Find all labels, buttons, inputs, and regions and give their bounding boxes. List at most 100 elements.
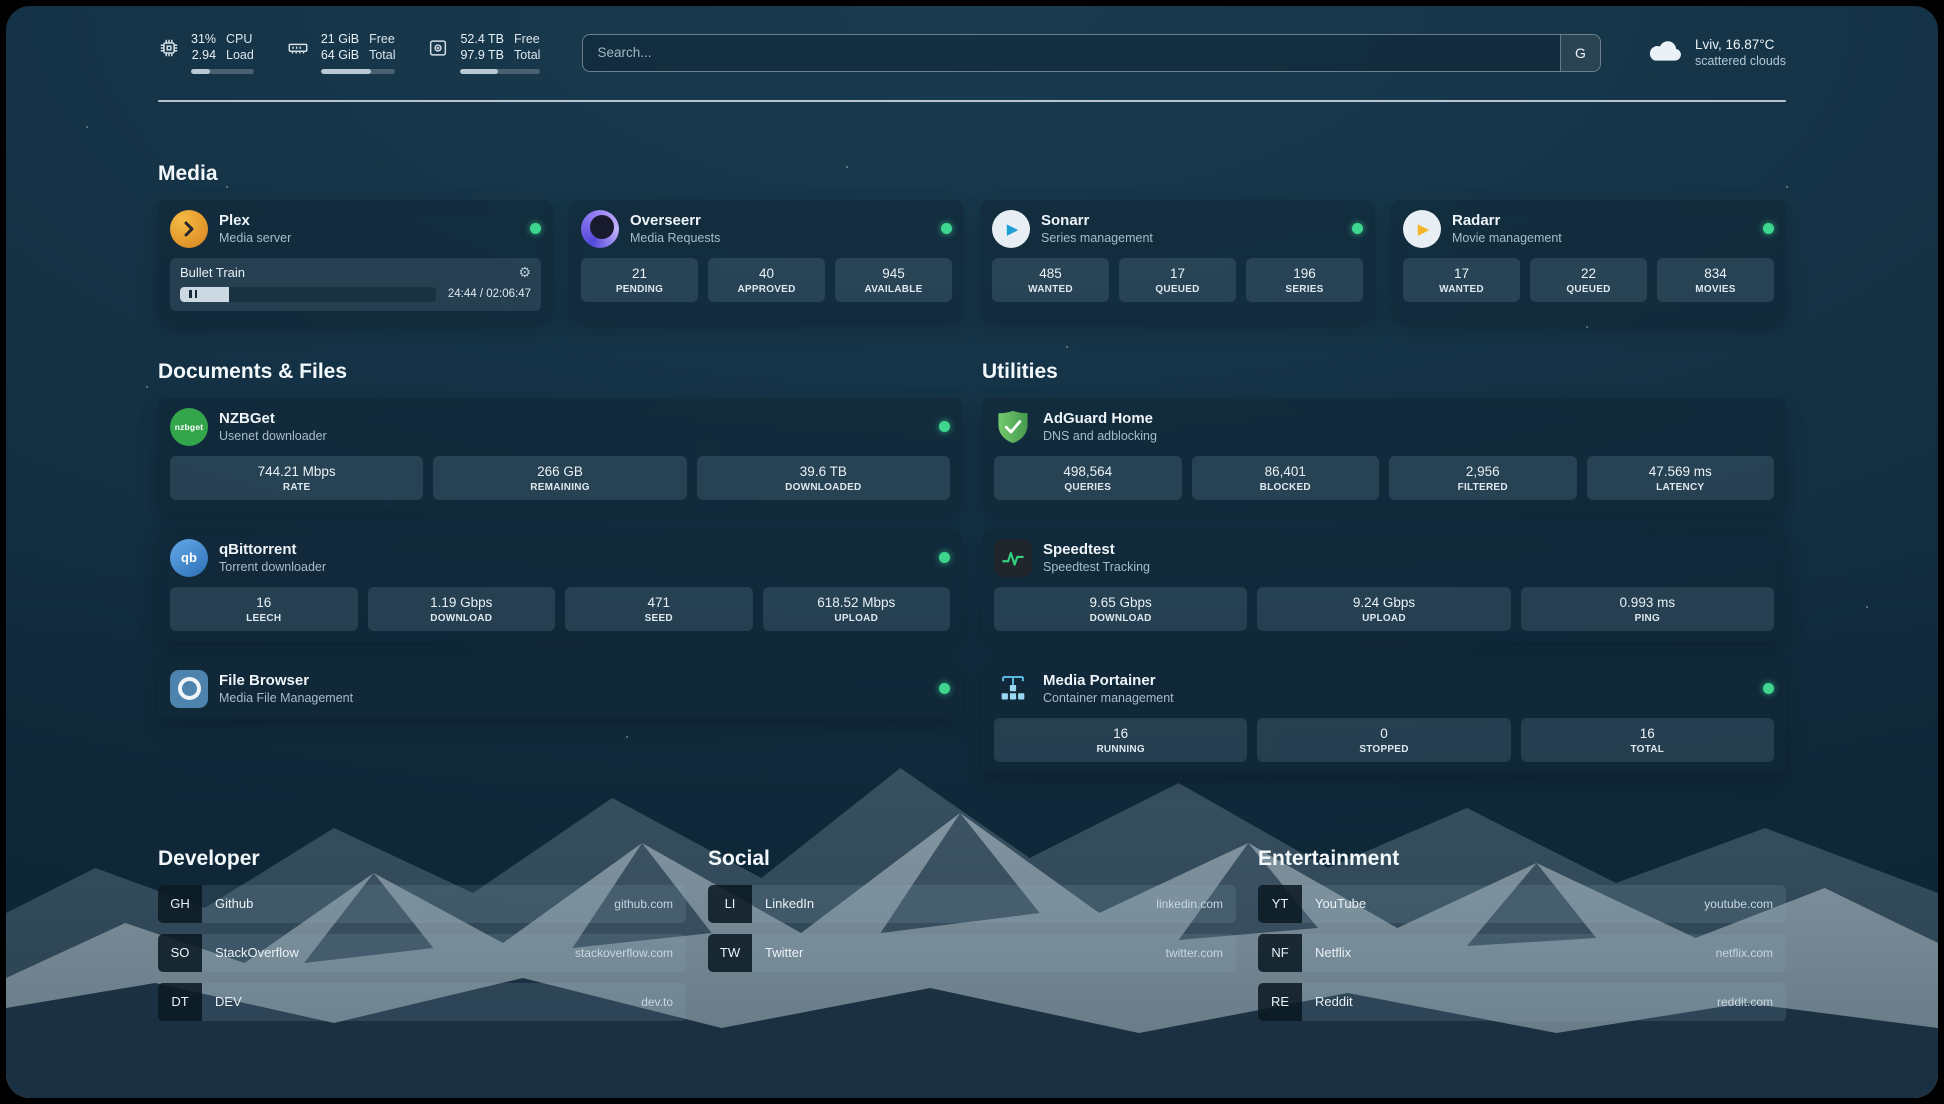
playback-progressbar[interactable]: [180, 287, 436, 302]
playback-time: 24:44 / 02:06:47: [448, 288, 531, 300]
service-card-file-browser[interactable]: File BrowserMedia File Management: [158, 660, 962, 719]
stat-label: FILTERED: [1393, 482, 1573, 493]
memory-icon: [286, 37, 310, 64]
header-divider: [158, 100, 1786, 102]
cpu-icon: [158, 37, 180, 64]
disk-total-value: 97.9 TB: [460, 48, 504, 63]
bookmark-twitter[interactable]: TWTwittertwitter.com: [708, 934, 1236, 972]
bookmark-netflix[interactable]: NFNetflixnetflix.com: [1258, 934, 1786, 972]
disk-readout: 52.4 TB Free 97.9 TB Total: [460, 32, 540, 74]
bookmark-name: Netflix: [1302, 934, 1351, 972]
service-subtitle: Series management: [1041, 230, 1153, 246]
overseerr-icon: [581, 210, 619, 248]
bookmark-abbr: GH: [158, 885, 202, 923]
search-input[interactable]: [583, 35, 1560, 71]
group-files: Documents & Files nzbgetNZBGetUsenet dow…: [158, 360, 962, 737]
cpu-usage-label: CPU: [226, 32, 254, 47]
service-card-media-portainer[interactable]: Media PortainerContainer management16RUN…: [982, 660, 1786, 773]
service-card-sonarr[interactable]: ▶SonarrSeries management485WANTED17QUEUE…: [980, 200, 1375, 322]
sonarr-icon: ▶: [992, 210, 1030, 248]
cpu-widget: 31% CPU 2.94 Load: [158, 32, 254, 74]
stat-label: SERIES: [1250, 284, 1359, 295]
service-header: ▶RadarrMovie management: [1403, 210, 1774, 248]
stat-movies: 834MOVIES: [1657, 258, 1774, 302]
stat-approved: 40APPROVED: [708, 258, 825, 302]
stat-value: 9.24 Gbps: [1261, 595, 1506, 610]
stat-value: 266 GB: [437, 464, 682, 479]
top-bar: 31% CPU 2.94 Load: [158, 32, 1786, 74]
dashboard-content: 31% CPU 2.94 Load: [6, 6, 1938, 1072]
stat-value: 744.21 Mbps: [174, 464, 419, 479]
radarr-icon: ▶: [1403, 210, 1441, 248]
stat-latency: 47.569 msLATENCY: [1587, 456, 1775, 500]
stat-label: AVAILABLE: [839, 284, 948, 295]
stat-queued: 22QUEUED: [1530, 258, 1647, 302]
stat-wanted: 17WANTED: [1403, 258, 1520, 302]
group-title-media: Media: [158, 162, 1786, 186]
stat-value: 618.52 Mbps: [767, 595, 947, 610]
service-name: File Browser: [219, 671, 353, 691]
memory-free-value: 21 GiB: [321, 32, 359, 47]
pause-icon[interactable]: [189, 290, 197, 298]
stat-label: RATE: [174, 482, 419, 493]
service-stats: 16RUNNING0STOPPED16TOTAL: [994, 718, 1774, 762]
service-subtitle: Speedtest Tracking: [1043, 559, 1150, 575]
media-player-widget: Bullet Train⚙24:44 / 02:06:47: [170, 258, 541, 311]
bookmark-abbr: RE: [1258, 983, 1302, 1021]
filebrowser-icon: [170, 670, 208, 708]
status-online-dot: [1352, 223, 1363, 234]
status-online-dot: [941, 223, 952, 234]
cloud-icon: [1647, 38, 1683, 68]
service-card-adguard-home[interactable]: AdGuard HomeDNS and adblocking 498,564QUE…: [982, 398, 1786, 511]
cpu-load-label: Load: [226, 48, 254, 63]
stat-value: 17: [1407, 266, 1516, 281]
bookmark-url: reddit.com: [1717, 983, 1786, 1021]
service-name: qBittorrent: [219, 540, 326, 560]
stat-value: 39.6 TB: [701, 464, 946, 479]
status-online-dot: [1763, 223, 1774, 234]
dashboard-screen: 31% CPU 2.94 Load: [6, 6, 1938, 1098]
bookmark-abbr: SO: [158, 934, 202, 972]
bookmark-dev[interactable]: DTDEVdev.to: [158, 983, 686, 1021]
bookmark-url: linkedin.com: [1156, 885, 1236, 923]
group-title-utilities: Utilities: [982, 360, 1786, 384]
service-card-radarr[interactable]: ▶RadarrMovie management 17WANTED22QUEUED8…: [1391, 200, 1786, 322]
portainer-icon: [994, 670, 1032, 708]
bookmark-stackoverflow[interactable]: SOStackOverflowstackoverflow.com: [158, 934, 686, 972]
service-card-speedtest[interactable]: SpeedtestSpeedtest Tracking9.65 GbpsDOWN…: [982, 529, 1786, 642]
search-provider-button[interactable]: G: [1560, 35, 1600, 71]
utilities-cards: AdGuard HomeDNS and adblocking 498,564QUE…: [982, 398, 1786, 773]
stat-total: 16TOTAL: [1521, 718, 1774, 762]
disk-free-label: Free: [514, 32, 540, 47]
service-stats: 498,564QUERIES86,401BLOCKED2,956FILTERED…: [994, 456, 1774, 500]
bookmark-url: stackoverflow.com: [575, 934, 686, 972]
bookmark-group-developer: DeveloperGHGithubgithub.comSOStackOverfl…: [158, 847, 686, 1032]
system-widgets: 31% CPU 2.94 Load: [158, 32, 540, 74]
bookmark-linkedin[interactable]: LILinkedInlinkedin.com: [708, 885, 1236, 923]
status-online-dot: [939, 552, 950, 563]
bookmark-github[interactable]: GHGithubgithub.com: [158, 885, 686, 923]
bookmark-reddit[interactable]: RERedditreddit.com: [1258, 983, 1786, 1021]
service-header: nzbgetNZBGetUsenet downloader: [170, 408, 950, 446]
group-utilities: Utilities AdGuard HomeDNS and adblocking…: [982, 360, 1786, 791]
service-subtitle: Media Requests: [630, 230, 720, 246]
service-card-plex[interactable]: PlexMedia serverBullet Train⚙24:44 / 02:…: [158, 200, 553, 322]
service-header: AdGuard HomeDNS and adblocking: [994, 408, 1774, 446]
service-stats: 16LEECH1.19 GbpsDOWNLOAD471SEED618.52 Mb…: [170, 587, 950, 631]
memory-total-label: Total: [369, 48, 395, 63]
stat-wanted: 485WANTED: [992, 258, 1109, 302]
service-card-qbittorrent[interactable]: qbqBittorrentTorrent downloader16LEECH1.…: [158, 529, 962, 642]
service-card-overseerr[interactable]: OverseerrMedia Requests21PENDING40APPROV…: [569, 200, 964, 322]
service-stats: 17WANTED22QUEUED834MOVIES: [1403, 258, 1774, 302]
bookmark-youtube[interactable]: YTYouTubeyoutube.com: [1258, 885, 1786, 923]
stat-value: 945: [839, 266, 948, 281]
stat-value: 16: [998, 726, 1243, 741]
memory-widget: 21 GiB Free 64 GiB Total: [286, 32, 396, 74]
cpu-readout: 31% CPU 2.94 Load: [191, 32, 254, 74]
bookmark-url: youtube.com: [1704, 885, 1786, 923]
disk-total-label: Total: [514, 48, 540, 63]
service-card-nzbget[interactable]: nzbgetNZBGetUsenet downloader 744.21 Mbps…: [158, 398, 962, 511]
settings-gear-icon[interactable]: ⚙: [518, 265, 531, 279]
stat-value: 196: [1250, 266, 1359, 281]
stat-value: 47.569 ms: [1591, 464, 1771, 479]
